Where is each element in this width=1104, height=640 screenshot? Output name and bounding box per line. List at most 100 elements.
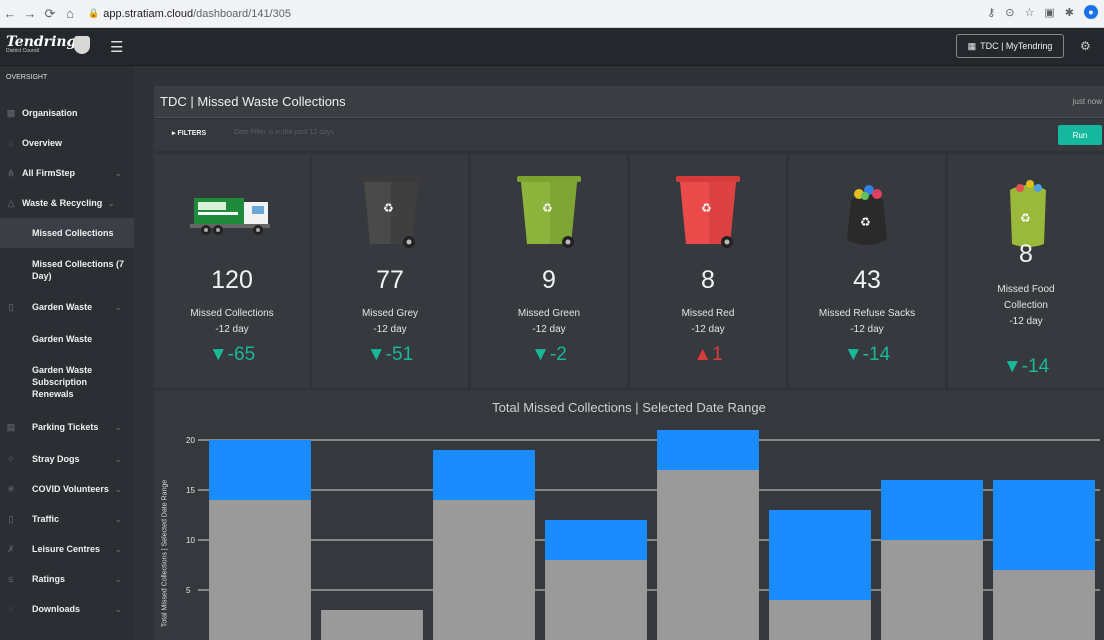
chevron-down-icon: ⌄ <box>108 198 115 208</box>
sidebar: OVERSIGHT ▦ Organisation ⌂ Overview ⋔ Al… <box>0 66 134 640</box>
forward-icon[interactable]: → <box>20 6 40 21</box>
page-title: TDC | Missed Waste Collections <box>160 94 346 109</box>
chevron-down-icon: ⌄ <box>115 604 122 614</box>
kpi-delta-value: -51 <box>385 344 414 365</box>
sidebar-item-label: Garden Waste Subscription Renewals <box>32 365 93 399</box>
back-icon[interactable]: ← <box>0 6 20 21</box>
sidebar-item-garden-waste-sub[interactable]: Garden Waste <box>0 324 134 354</box>
filters-toggle[interactable]: ▸ FILTERS <box>172 129 206 137</box>
sidebar-item-overview[interactable]: ⌂ Overview <box>0 128 134 158</box>
chart-bar-segment[interactable] <box>993 480 1095 570</box>
chevron-down-icon: ⌄ <box>115 454 122 464</box>
sidebar-item-missed-collections-7-day[interactable]: Missed Collections (7 Day) <box>0 250 134 290</box>
kpi-delta-value: -65 <box>227 344 256 365</box>
organisation-button[interactable]: ▦ TDC | MyTendring <box>956 34 1064 58</box>
chevron-down-icon: ⌄ <box>115 422 122 432</box>
kpi-delta: ▼-51 <box>312 344 468 366</box>
chart-bar-segment[interactable] <box>545 520 647 560</box>
sidebar-item-waste-recycling[interactable]: △ Waste & Recycling ⌄ <box>0 188 134 218</box>
missed-collections-chart: Total Missed Collections | Selected Date… <box>154 390 1104 640</box>
lens-icon[interactable]: ⊙ <box>1005 6 1014 19</box>
browser-toolbar: ← → ⟳ ⌂ 🔒 app.stratiam.cloud/dashboard/1… <box>0 0 1104 28</box>
kpi-delta-value: -2 <box>549 344 567 365</box>
menu-icon[interactable]: ☰ <box>110 38 123 56</box>
chart-bar-segment[interactable] <box>657 430 759 470</box>
svg-text:♻: ♻ <box>860 215 871 229</box>
chart-bar-segment[interactable] <box>209 440 311 500</box>
kpi-card-missed-food-collection: ♻ 8 Missed Food Collection -12 day ▼-14 <box>948 154 1104 388</box>
extension-icon[interactable]: ▣ <box>1044 6 1054 19</box>
star-icon[interactable]: ☆ <box>1025 6 1035 19</box>
sidebar-item-label: COVID Volunteers <box>32 484 109 494</box>
kpi-delta: ▼-2 <box>471 344 627 366</box>
url-host: app.stratiam.cloud <box>103 7 194 20</box>
chart-bar-segment[interactable] <box>993 570 1095 640</box>
gear-icon[interactable]: ⚙ <box>1080 39 1091 53</box>
y-tick-label: 5 <box>186 586 191 595</box>
refuse-sack-icon: ♻ <box>789 170 945 254</box>
chart-bar-segment[interactable] <box>881 540 983 640</box>
sidebar-item-label: Downloads <box>32 604 81 614</box>
kpi-card-missed-grey: ♻ 77 Missed Grey -12 day ▼-51 <box>312 154 468 388</box>
sidebar-item-leisure-centres[interactable]: ✗ Leisure Centres ⌄ <box>0 534 134 564</box>
sidebar-item-ratings[interactable]: ≤ Ratings ⌄ <box>0 564 134 594</box>
profile-avatar[interactable]: ● <box>1084 5 1098 19</box>
url-path: /dashboard/141/305 <box>193 7 291 20</box>
chevron-down-icon: ⌄ <box>115 302 122 312</box>
filters-bar: ▸ FILTERS Date Filter is in the past 12 … <box>154 119 1104 151</box>
address-bar[interactable]: 🔒 app.stratiam.cloud/dashboard/141/305 <box>88 8 291 20</box>
sidebar-item-label: Waste & Recycling <box>22 198 103 208</box>
sidebar-item-all-firmstep[interactable]: ⋔ All FirmStep ⌄ <box>0 158 134 188</box>
download-icon: ○ <box>8 604 14 614</box>
chart-bar-segment[interactable] <box>769 510 871 600</box>
svg-text:♻: ♻ <box>542 201 553 215</box>
green-bin-icon: ♻ <box>471 170 627 254</box>
lock-icon: 🔒 <box>88 8 100 18</box>
svg-text:♻: ♻ <box>1020 211 1031 225</box>
puzzle-icon[interactable]: ✱ <box>1065 6 1074 19</box>
sidebar-item-parking-tickets[interactable]: ▤ Parking Tickets ⌄ <box>0 412 134 442</box>
chart-bar-segment[interactable] <box>209 500 311 640</box>
reload-icon[interactable]: ⟳ <box>40 6 60 22</box>
sidebar-item-garden-waste-subscription-renewals[interactable]: Garden Waste Subscription Renewals <box>0 358 134 406</box>
sidebar-item-garden-waste[interactable]: ▯ Garden Waste ⌄ <box>0 292 134 322</box>
chart-bar-segment[interactable] <box>433 500 535 640</box>
kpi-label: Missed Red -12 day <box>681 308 735 335</box>
organisation-button-label: TDC | MyTendring <box>980 41 1053 51</box>
sidebar-item-label: Leisure Centres <box>32 544 101 554</box>
kpi-delta: ▼-65 <box>154 344 310 366</box>
kpi-label: Missed Green -12 day <box>517 308 581 335</box>
sidebar-item-label: Parking Tickets <box>32 422 99 432</box>
chart-bar-segment[interactable] <box>657 470 759 640</box>
sidebar-item-label: Missed Collections <box>32 228 114 238</box>
chart-bar-segment[interactable] <box>321 610 423 640</box>
bin-icon: ▯ <box>8 301 14 312</box>
key-icon[interactable]: ⚷ <box>987 6 995 19</box>
chart-bar-segment[interactable] <box>881 480 983 540</box>
traffic-icon: ▯ <box>8 513 14 524</box>
sidebar-item-label: Missed Collections (7 Day) <box>32 259 125 281</box>
home-icon[interactable]: ⌂ <box>60 6 80 21</box>
sidebar-item-traffic[interactable]: ▯ Traffic ⌄ <box>0 504 134 534</box>
brand-logo[interactable]: Tendring District Council <box>6 34 76 54</box>
kpi-value: 8 <box>701 266 715 294</box>
sidebar-item-organisation[interactable]: ▦ Organisation <box>0 98 134 128</box>
sidebar-item-downloads[interactable]: ○ Downloads ⌄ <box>0 594 134 624</box>
kpi-value: 77 <box>376 266 404 294</box>
network-icon: ⋔ <box>7 167 15 178</box>
chart-bar-segment[interactable] <box>769 600 871 640</box>
y-tick-label: 20 <box>186 436 195 445</box>
y-tick-label: 15 <box>186 486 195 495</box>
sidebar-item-stray-dogs[interactable]: ⁘ Stray Dogs ⌄ <box>0 444 134 474</box>
sidebar-item-covid-volunteers[interactable]: ✳ COVID Volunteers ⌄ <box>0 474 134 504</box>
chart-bar-segment[interactable] <box>433 450 535 500</box>
sidebar-item-label: Overview <box>22 138 63 148</box>
run-button[interactable]: Run <box>1058 125 1102 145</box>
grey-bin-icon: ♻ <box>312 170 468 254</box>
chart-bar-segment[interactable] <box>545 560 647 640</box>
recycle-icon: △ <box>7 197 15 208</box>
kpi-delta-value: 1 <box>712 344 723 365</box>
sidebar-item-missed-collections[interactable]: Missed Collections <box>0 218 134 248</box>
kpi-value: 8 <box>1019 240 1033 268</box>
red-bin-icon: ♻ <box>630 170 786 254</box>
